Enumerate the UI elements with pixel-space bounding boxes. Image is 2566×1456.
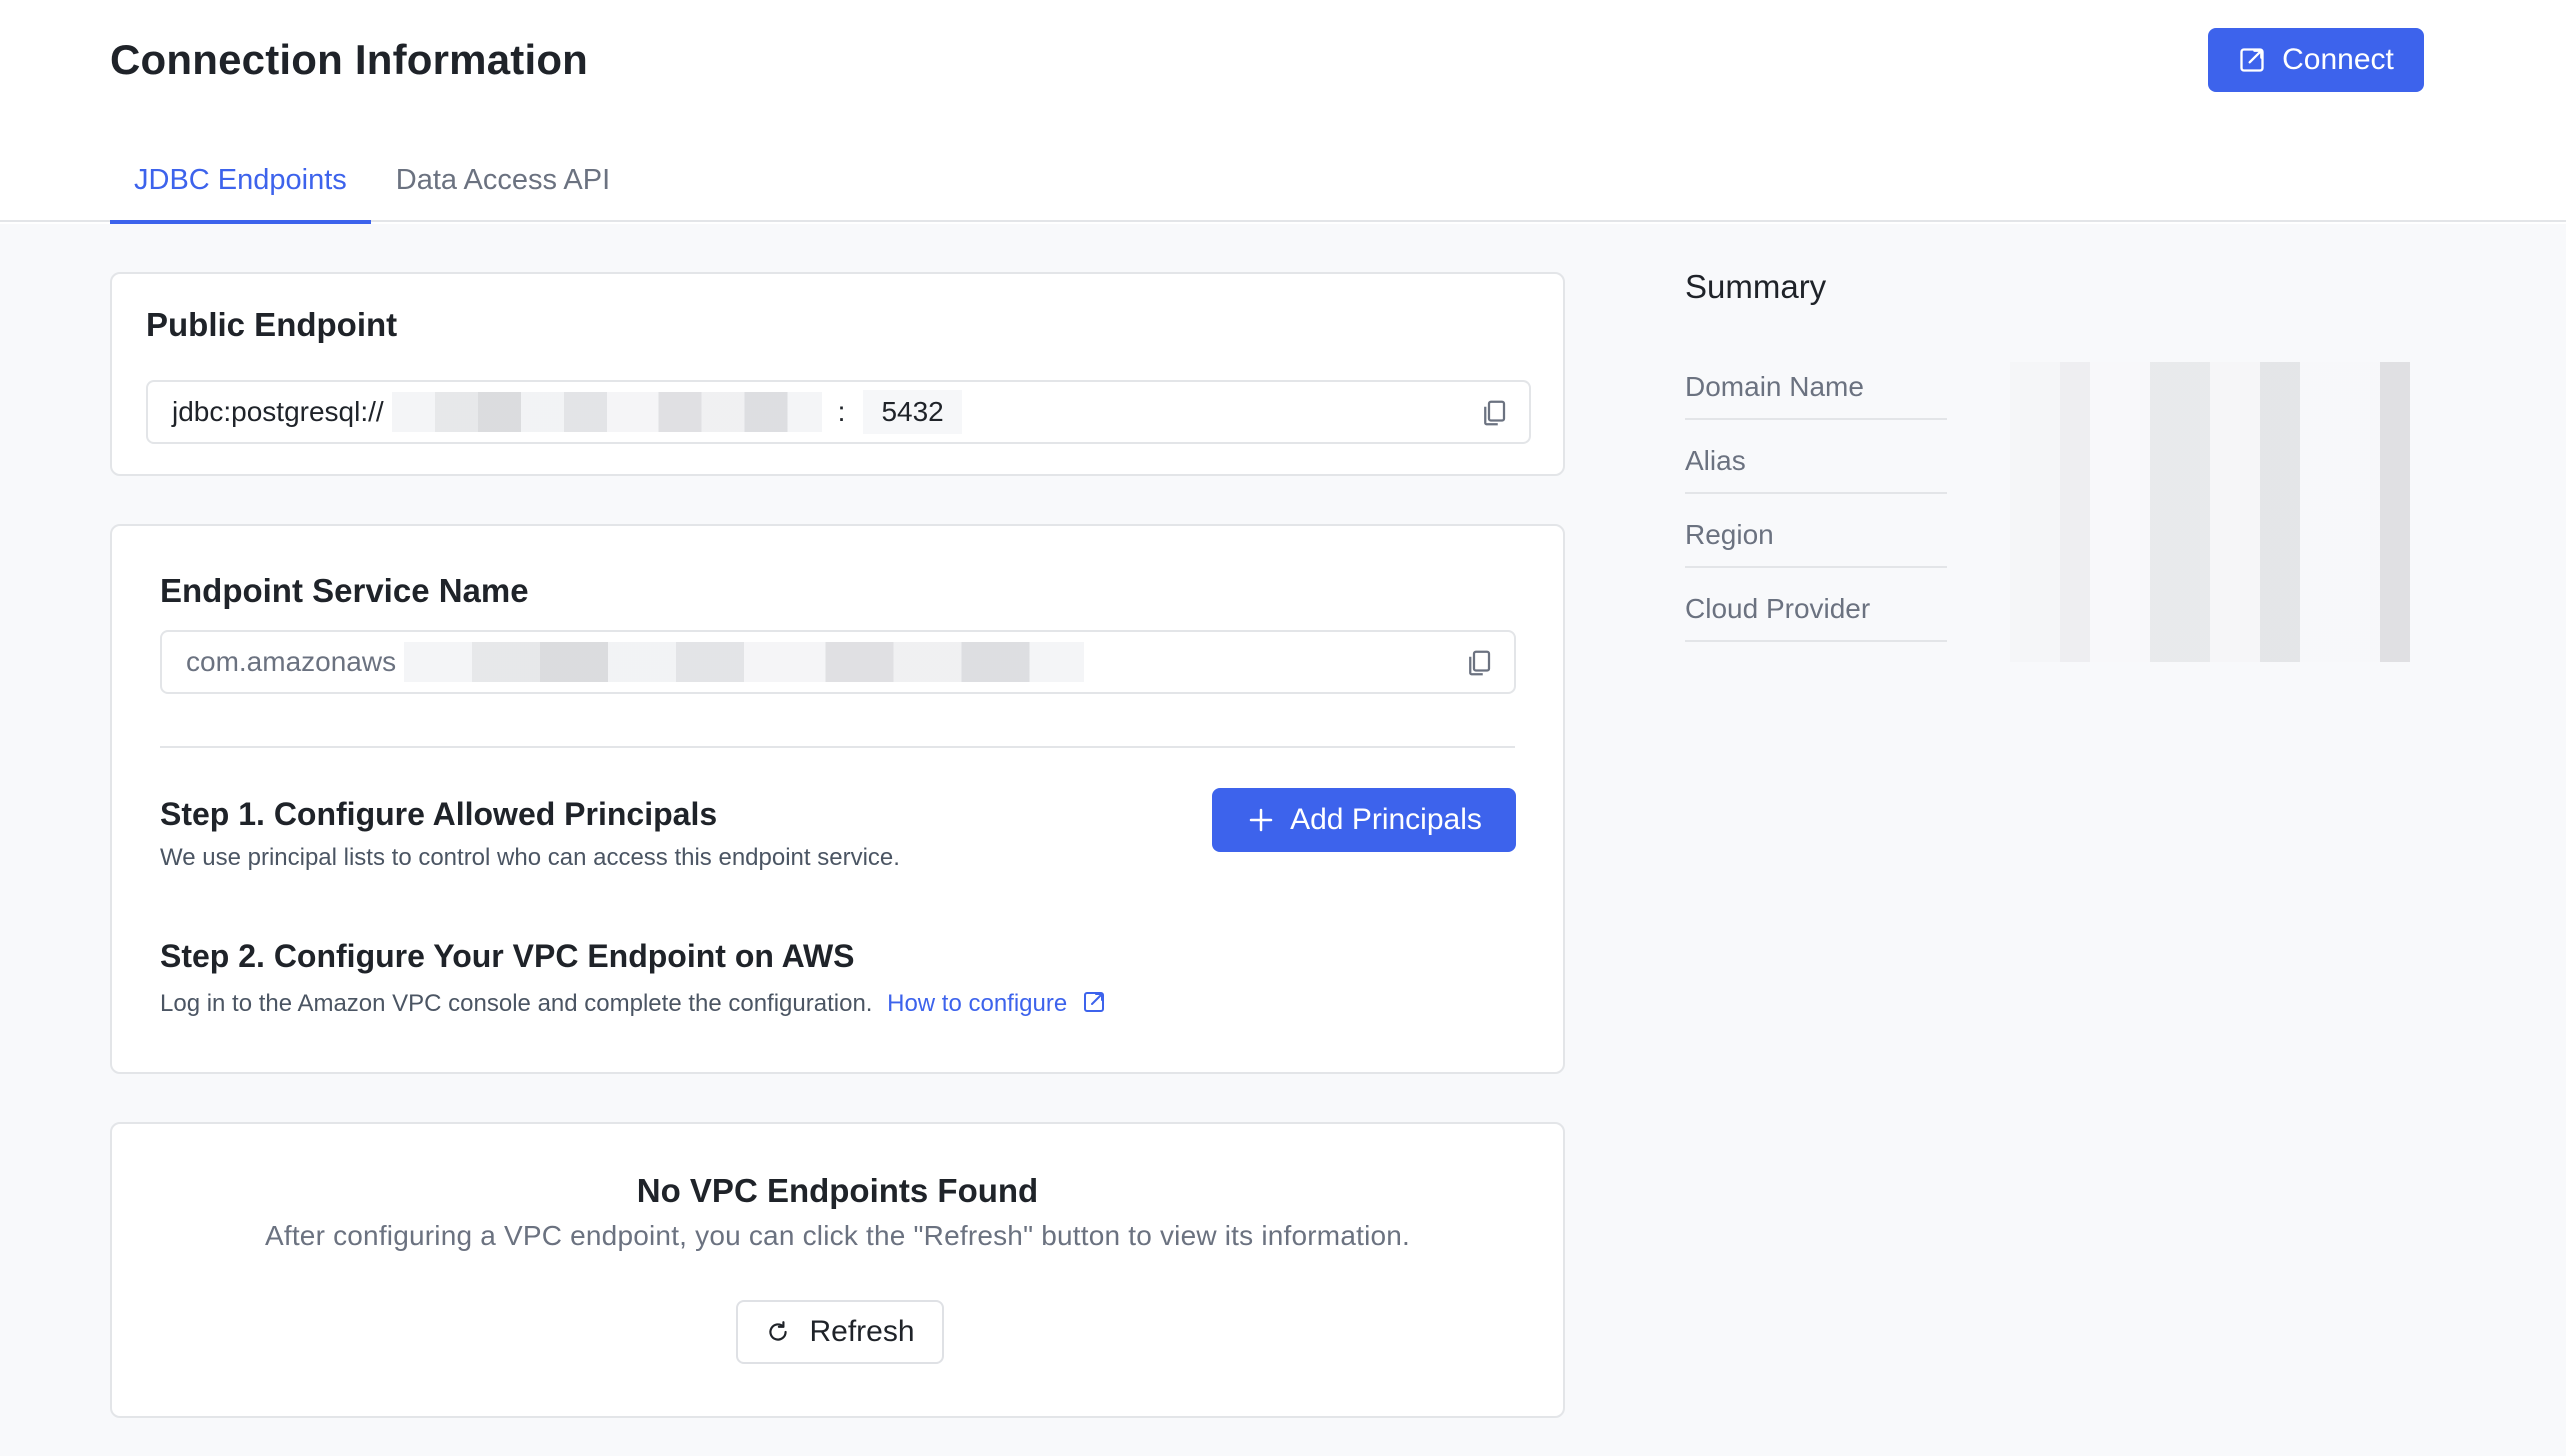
section-divider <box>160 746 1515 748</box>
refresh-button[interactable]: Refresh <box>736 1300 944 1364</box>
summary-title: Summary <box>1685 268 1827 305</box>
public-endpoint-card: Public Endpoint jdbc:postgresql:// : 543… <box>110 272 1565 476</box>
public-endpoint-port: 5432 <box>863 390 962 434</box>
step1-title: Step 1. Configure Allowed Principals <box>160 796 718 832</box>
copy-service-name-button[interactable] <box>1462 646 1496 680</box>
public-endpoint-prefix: jdbc:postgresql:// <box>172 396 384 427</box>
main-content: Public Endpoint jdbc:postgresql:// : 543… <box>0 224 2566 1456</box>
copy-icon <box>1484 400 1506 426</box>
tab-data-access-api[interactable]: Data Access API <box>372 156 634 222</box>
tab-bar: JDBC Endpoints Data Access API <box>110 156 634 224</box>
vpc-endpoints-card: No VPC Endpoints Found After configuring… <box>110 1122 1565 1418</box>
step2-description-text: Log in to the Amazon VPC console and com… <box>160 990 873 1017</box>
endpoint-service-prefix: com.amazonaws <box>186 646 397 677</box>
public-endpoint-separator: : <box>837 396 846 427</box>
redacted-host <box>391 392 822 432</box>
plus-icon <box>1249 808 1273 832</box>
external-link-icon <box>2240 48 2264 72</box>
add-principals-label: Add Principals <box>1290 803 1482 836</box>
empty-state-title: No VPC Endpoints Found <box>636 1172 1039 1209</box>
public-endpoint-title: Public Endpoint <box>146 306 398 343</box>
connect-button[interactable]: Connect <box>2208 28 2424 92</box>
empty-state-description: After configuring a VPC endpoint, you ca… <box>264 1220 1411 1251</box>
public-endpoint-field[interactable]: jdbc:postgresql:// : 5432 <box>146 380 1531 444</box>
refresh-icon <box>769 1321 788 1341</box>
copy-icon <box>1469 650 1491 676</box>
refresh-label: Refresh <box>809 1315 915 1348</box>
summary-cloud-provider: Cloud Provider <box>1685 568 1947 642</box>
tab-jdbc-endpoints[interactable]: JDBC Endpoints <box>110 156 371 224</box>
step2-title: Step 2. Configure Your VPC Endpoint on A… <box>160 938 855 974</box>
external-link-icon <box>1083 992 1104 1012</box>
how-to-configure-label: How to configure <box>887 990 1068 1017</box>
summary-domain-name: Domain Name <box>1685 346 1947 420</box>
endpoint-service-card: Endpoint Service Name com.amazonaws Step… <box>110 524 1565 1074</box>
add-principals-button[interactable]: Add Principals <box>1212 788 1516 852</box>
step1-description: We use principal lists to control who ca… <box>160 844 900 871</box>
connect-button-label: Connect <box>2282 43 2394 76</box>
how-to-configure-link[interactable]: How to configure <box>887 990 1106 1017</box>
step2-description: Log in to the Amazon VPC console and com… <box>160 990 1106 1018</box>
page-header: Connection Information Connect JDBC Endp… <box>0 0 2566 224</box>
copy-public-endpoint-button[interactable] <box>1477 396 1511 430</box>
endpoint-service-field[interactable]: com.amazonaws <box>160 630 1516 694</box>
endpoint-service-title: Endpoint Service Name <box>160 572 529 609</box>
summary-region: Region <box>1685 494 1947 568</box>
page-title: Connection Information <box>110 36 589 83</box>
redacted-service-name <box>404 642 1085 682</box>
redacted-summary-values <box>1950 362 2450 662</box>
summary-alias: Alias <box>1685 420 1947 494</box>
